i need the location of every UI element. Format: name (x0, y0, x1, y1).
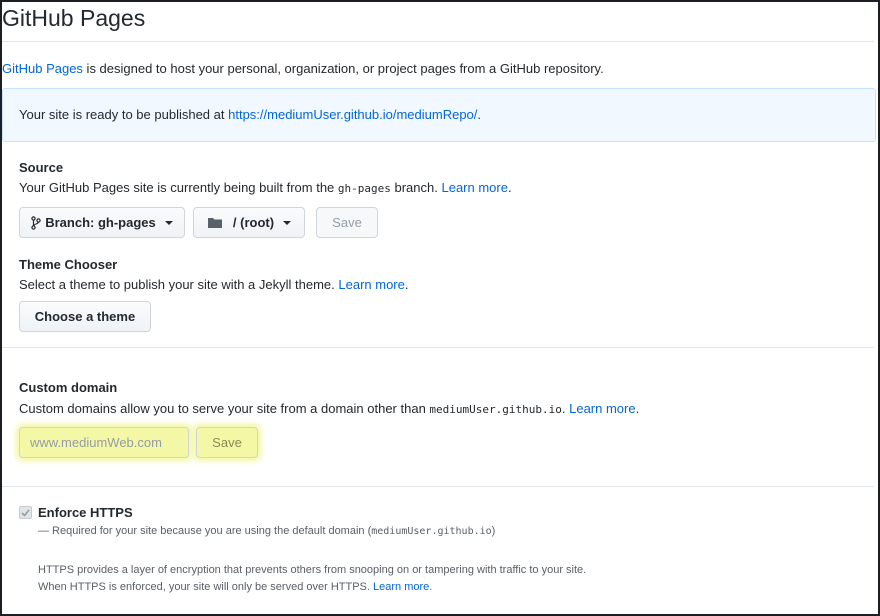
flash-suffix: . (477, 107, 482, 122)
https-info-text: When HTTPS is enforced, your site will o… (38, 581, 374, 593)
enforce-https-label: Enforce HTTPS (38, 505, 133, 520)
branch-button-label: Branch: gh-pages (45, 215, 156, 230)
branch-code: gh-pages (337, 182, 391, 195)
https-domain-code: mediumUser.github.io (371, 526, 492, 537)
flash-prefix: Your site is ready to be published at (19, 107, 229, 122)
source-label: Source (19, 160, 64, 175)
folder-select-button[interactable]: / (root) (193, 207, 305, 238)
source-desc-post: branch. (390, 180, 442, 195)
branch-select-button[interactable]: Branch: gh-pages (19, 207, 185, 238)
enforce-https-checkbox[interactable] (19, 506, 32, 519)
github-pages-link[interactable]: GitHub Pages (2, 61, 83, 76)
custom-domain-description: Custom domains allow you to serve your s… (19, 401, 639, 416)
section-divider (2, 486, 874, 487)
theme-desc: Select a theme to publish your site with… (19, 277, 339, 292)
custom-domain-desc: Custom domains allow you to serve your s… (19, 401, 430, 416)
source-learn-more-link[interactable]: Learn more (441, 180, 507, 195)
site-url-link[interactable]: https://mediumUser.github.io/mediumRepo/ (228, 107, 477, 122)
flash-message: Your site is ready to be published at ht… (19, 107, 481, 122)
domain-code: mediumUser.github.io (429, 403, 562, 416)
caret-down-icon (164, 220, 173, 225)
theme-learn-more-link[interactable]: Learn more (338, 277, 404, 292)
custom-domain-label: Custom domain (19, 380, 118, 395)
https-info-line-1: HTTPS provides a layer of encryption tha… (38, 564, 587, 576)
choose-theme-button[interactable]: Choose a theme (19, 301, 151, 332)
checkmark-icon (21, 508, 30, 517)
custom-domain-save-button[interactable]: Save (196, 427, 258, 458)
custom-domain-input[interactable] (19, 427, 189, 458)
source-save-button[interactable]: Save (316, 207, 378, 238)
theme-description: Select a theme to publish your site with… (19, 277, 409, 292)
section-divider (2, 347, 874, 348)
page-title: GitHub Pages (2, 5, 146, 31)
caret-down-icon (283, 220, 292, 225)
https-info-line-2: When HTTPS is enforced, your site will o… (38, 581, 432, 593)
title-divider (2, 41, 874, 42)
custom-domain-desc-end: . (635, 401, 640, 416)
https-required-post: ) (491, 525, 496, 537)
folder-icon (207, 216, 223, 229)
folder-button-label: / (root) (232, 215, 275, 230)
intro-text: GitHub Pages is designed to host your pe… (2, 61, 604, 76)
source-desc-end: . (507, 180, 512, 195)
publish-flash-banner: Your site is ready to be published at ht… (2, 88, 876, 142)
theme-label: Theme Chooser (19, 257, 118, 272)
source-desc-pre: Your GitHub Pages site is currently bein… (19, 180, 338, 195)
https-required-note: — Required for your site because you are… (38, 525, 495, 537)
theme-desc-end: . (404, 277, 409, 292)
source-description: Your GitHub Pages site is currently bein… (19, 180, 512, 195)
intro-description: is designed to host your personal, organ… (82, 61, 604, 76)
branch-icon (31, 215, 41, 230)
https-info-end: . (429, 581, 433, 593)
https-learn-more-link[interactable]: Learn more (373, 581, 429, 593)
https-required-pre: — Required for your site because you are… (38, 525, 372, 537)
custom-domain-learn-more-link[interactable]: Learn more (569, 401, 635, 416)
